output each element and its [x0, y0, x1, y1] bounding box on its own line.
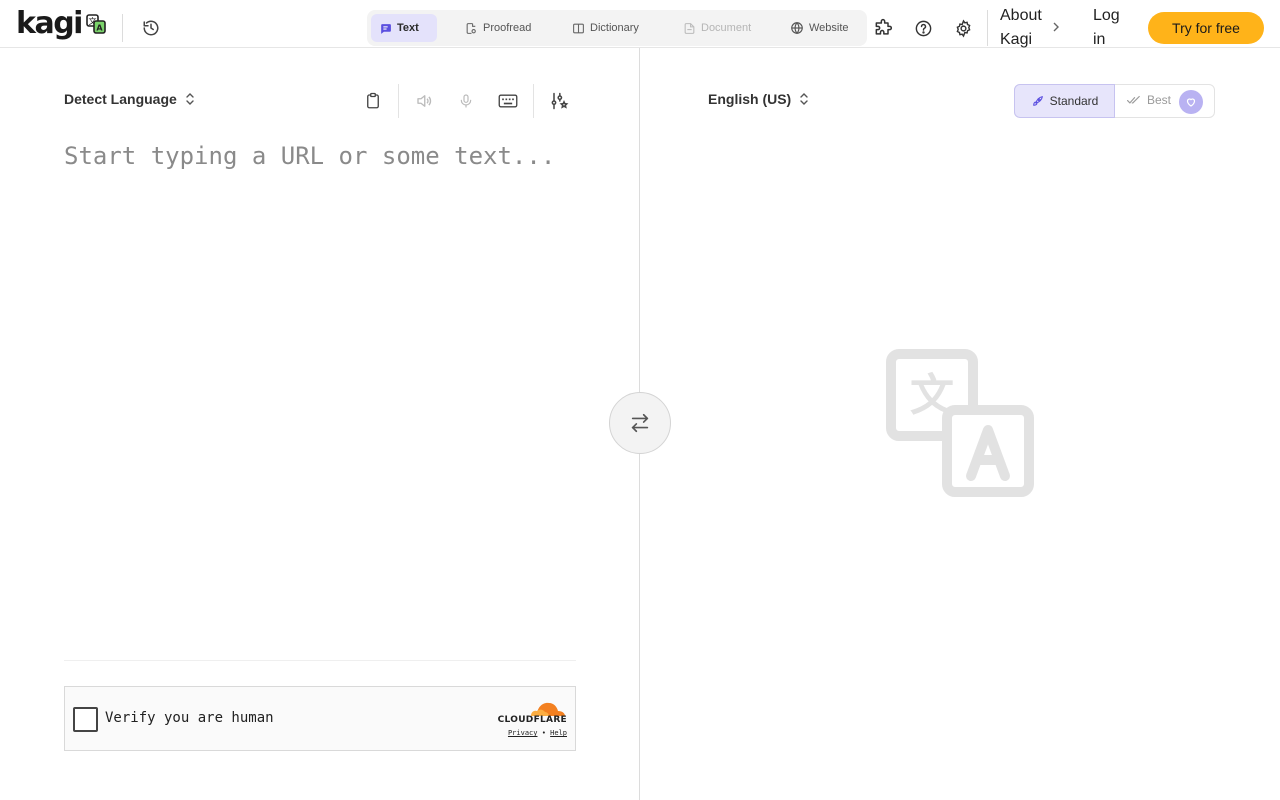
heart-icon	[1186, 98, 1196, 107]
clipboard-icon	[367, 92, 379, 109]
target-language-label: English (US)	[708, 91, 792, 107]
link-separator: •	[541, 729, 546, 737]
kagi-logo[interactable]: kagi 文 A	[16, 6, 106, 45]
svg-text:A: A	[96, 24, 103, 33]
tool-divider	[533, 84, 534, 118]
translate-badge-icon: 文 A	[86, 14, 106, 34]
quality-best-option[interactable]: Best	[1127, 93, 1171, 107]
tab-proofread[interactable]: Proofread	[457, 14, 539, 42]
help-link[interactable]: Help	[550, 729, 567, 737]
message-icon	[381, 23, 391, 34]
tab-document-label: Document	[701, 22, 752, 34]
keyboard-icon	[498, 94, 518, 108]
virtual-keyboard-button[interactable]	[497, 90, 519, 112]
swap-languages-button[interactable]	[609, 392, 671, 454]
header-divider-right	[987, 10, 988, 46]
top-header: kagi 文 A Text Proofread Dictionary Docum…	[0, 0, 1280, 48]
source-panel: Detect Language Verify you are human CLO…	[0, 48, 640, 800]
privacy-link[interactable]: Privacy	[508, 729, 538, 737]
tab-dictionary[interactable]: Dictionary	[564, 14, 647, 42]
source-language-select[interactable]: Detect Language	[64, 91, 195, 107]
input-divider	[64, 660, 576, 661]
quality-toggle: Standard Best	[1014, 84, 1215, 118]
header-divider	[122, 14, 123, 42]
help-icon	[915, 20, 931, 36]
source-language-label: Detect Language	[64, 91, 177, 107]
cloudflare-links: Privacy • Help	[508, 729, 567, 737]
chevron-up-down-icon	[186, 93, 194, 105]
help-button[interactable]	[912, 17, 934, 39]
quality-best-label: Best	[1147, 93, 1172, 107]
check-double-icon	[1127, 95, 1140, 104]
tab-document[interactable]: Document	[675, 14, 759, 42]
proofread-icon	[466, 22, 476, 34]
settings-sliders-icon	[551, 92, 569, 110]
voice-input-button[interactable]	[455, 90, 477, 112]
tool-divider	[398, 84, 399, 118]
book-icon	[573, 23, 584, 33]
source-text-input[interactable]	[64, 140, 576, 640]
logo-text: kagi	[16, 6, 83, 41]
tab-dictionary-label: Dictionary	[590, 22, 639, 34]
quality-standard-option[interactable]: Standard	[1014, 84, 1115, 118]
tab-website-label: Website	[809, 22, 849, 34]
gear-icon	[956, 19, 970, 37]
history-button[interactable]	[140, 17, 162, 39]
settings-button[interactable]	[952, 17, 974, 39]
login-link[interactable]: Log in	[1093, 4, 1127, 52]
listen-button[interactable]	[413, 90, 435, 112]
chevron-right-icon	[1053, 22, 1059, 32]
puzzle-icon	[875, 18, 893, 35]
globe-icon	[791, 21, 803, 35]
tab-website[interactable]: Website	[782, 14, 857, 42]
tab-proofread-label: Proofread	[483, 22, 532, 34]
quality-standard-label: Standard	[1049, 94, 1099, 108]
rocket-icon	[1032, 95, 1043, 106]
premium-badge	[1179, 90, 1203, 114]
verify-human-label: Verify you are human	[105, 710, 274, 726]
translation-options-button[interactable]	[548, 90, 570, 112]
verify-human-checkbox[interactable]	[73, 707, 98, 732]
cloudflare-turnstile: Verify you are human CLOUDFLARE Privacy …	[64, 686, 576, 751]
target-language-select[interactable]: English (US)	[708, 91, 809, 107]
document-icon	[684, 22, 695, 34]
translate-icon: 文	[886, 349, 1034, 497]
target-panel: English (US) Standard Best 文	[640, 48, 1280, 800]
chevron-up-down-icon	[800, 93, 808, 105]
mode-tabs: Text Proofread Dictionary Document Websi…	[367, 10, 867, 46]
tab-text-label: Text	[397, 22, 419, 34]
speaker-icon	[417, 95, 432, 107]
swap-arrows-icon	[631, 413, 649, 433]
about-kagi-link[interactable]: About Kagi	[1000, 4, 1048, 52]
paste-button[interactable]	[362, 90, 384, 112]
tab-text[interactable]: Text	[371, 14, 437, 42]
microphone-icon	[460, 94, 472, 108]
cloudflare-brand: CLOUDFLARE	[497, 715, 567, 725]
extensions-button[interactable]	[872, 17, 894, 39]
history-icon	[143, 20, 159, 36]
try-for-free-button[interactable]: Try for free	[1148, 12, 1264, 44]
